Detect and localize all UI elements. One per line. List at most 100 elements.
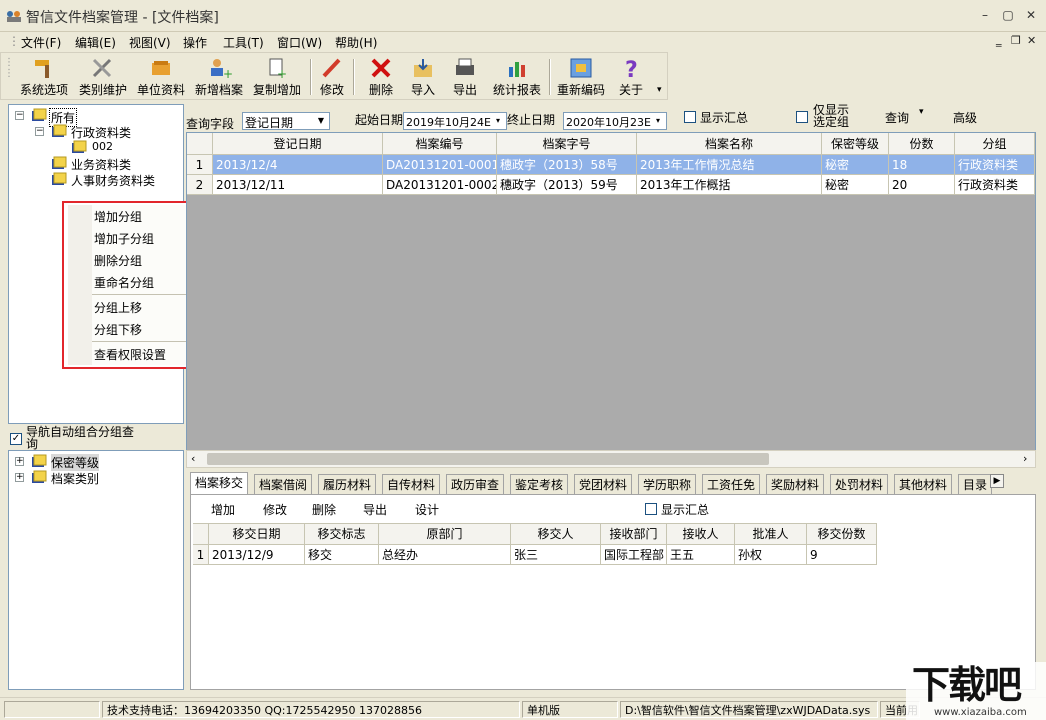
add-button[interactable]: 增加 xyxy=(211,501,235,518)
table-cell[interactable]: 总经办 xyxy=(379,545,511,565)
table-cell[interactable]: 2013/12/9 xyxy=(209,545,305,565)
grid-header[interactable]: 档案名称 xyxy=(637,133,822,155)
query-field-select[interactable]: 登记日期 ▼ xyxy=(242,112,330,130)
tab-scroll-right-icon[interactable]: ▶ xyxy=(990,474,1004,488)
table-cell[interactable]: 王五 xyxy=(667,545,735,565)
show-total-checkbox[interactable] xyxy=(684,111,696,123)
table-cell[interactable]: 穗政字（2013）59号 xyxy=(497,175,637,195)
menu-permission-settings[interactable]: 查看权限设置 xyxy=(94,346,166,363)
start-date-picker[interactable]: 2019年10月24E ▾ xyxy=(403,112,507,130)
row-number[interactable]: 1 xyxy=(193,545,209,565)
grid-header[interactable]: 份数 xyxy=(889,133,955,155)
row-number[interactable]: 1 xyxy=(187,155,213,175)
tab-autobiography[interactable]: 自传材料 xyxy=(382,474,440,494)
tab-political-review[interactable]: 政历审查 xyxy=(446,474,504,494)
sub-grid-header[interactable]: 接收部门 xyxy=(601,523,667,545)
grid-header[interactable]: 分组 xyxy=(955,133,1035,155)
table-cell[interactable]: 2013/12/11 xyxy=(213,175,383,195)
menu-move-up[interactable]: 分组上移 xyxy=(94,299,142,316)
tree-node-hr-finance[interactable]: 人事财务资料类 xyxy=(71,172,155,189)
tree-node-002[interactable]: 002 xyxy=(92,140,113,153)
sub-grid-header[interactable]: 移交标志 xyxy=(305,523,379,545)
end-date-picker[interactable]: 2020年10月23E ▾ xyxy=(563,112,667,130)
tree-node-business[interactable]: 业务资料类 xyxy=(71,156,131,173)
sub-grid-header[interactable]: 接收人 xyxy=(667,523,735,545)
tree-node-category[interactable]: 档案类别 xyxy=(51,470,99,487)
tab-penalty[interactable]: 处罚材料 xyxy=(830,474,888,494)
minimize-button[interactable]: – xyxy=(978,8,992,22)
menu-help[interactable]: 帮助(H) xyxy=(335,34,377,51)
delete-record-button[interactable]: 删除 xyxy=(312,501,336,518)
only-selected-checkbox[interactable] xyxy=(796,111,808,123)
table-cell[interactable]: 穗政字（2013）58号 xyxy=(497,155,637,175)
menu-operate[interactable]: 操作 xyxy=(183,34,207,51)
table-cell[interactable]: 2013年工作情况总结 xyxy=(637,155,822,175)
sub-grid-header[interactable]: 移交份数 xyxy=(807,523,877,545)
tab-reward[interactable]: 奖励材料 xyxy=(766,474,824,494)
query-dropdown-icon[interactable]: ▾ xyxy=(919,107,924,117)
maximize-button[interactable]: ▢ xyxy=(1001,8,1015,22)
grid-header[interactable]: 登记日期 xyxy=(213,133,383,155)
table-cell[interactable]: 移交 xyxy=(305,545,379,565)
table-cell[interactable]: 国际工程部 xyxy=(601,545,667,565)
tab-catalog[interactable]: 目录 xyxy=(958,474,992,494)
menu-add-subgroup[interactable]: 增加子分组 xyxy=(94,230,154,247)
tab-party[interactable]: 党团材料 xyxy=(574,474,632,494)
expand-icon[interactable]: + xyxy=(15,473,24,482)
tab-salary[interactable]: 工资任免 xyxy=(702,474,760,494)
scrollbar-thumb[interactable] xyxy=(207,453,769,465)
table-cell[interactable]: 秘密 xyxy=(822,155,889,175)
table-cell[interactable]: 2013年工作概括 xyxy=(637,175,822,195)
export-record-button[interactable]: 导出 xyxy=(363,501,387,518)
statistics-report-button[interactable]: 统计报表 xyxy=(491,55,543,99)
sub-grid-header[interactable]: 移交日期 xyxy=(209,523,305,545)
unit-info-button[interactable]: 单位资料 xyxy=(133,55,189,99)
table-cell[interactable]: 张三 xyxy=(511,545,601,565)
system-options-button[interactable]: 系统选项 xyxy=(15,55,73,99)
sub-grid-header[interactable]: 移交人 xyxy=(511,523,601,545)
mdi-close-button[interactable]: ✕ xyxy=(1027,34,1036,47)
copy-add-button[interactable]: + 复制增加 xyxy=(249,55,305,99)
edit-record-button[interactable]: 修改 xyxy=(263,501,287,518)
query-button[interactable]: 查询 xyxy=(885,109,909,126)
category-maintenance-button[interactable]: 类别维护 xyxy=(75,55,131,99)
table-cell[interactable]: 20 xyxy=(889,175,955,195)
sub-grid-header[interactable]: 原部门 xyxy=(379,523,511,545)
table-cell[interactable]: 行政资料类 xyxy=(955,155,1035,175)
table-cell[interactable]: 行政资料类 xyxy=(955,175,1035,195)
sub-show-total-checkbox[interactable] xyxy=(645,503,657,515)
menu-move-down[interactable]: 分组下移 xyxy=(94,321,142,338)
collapse-icon[interactable]: − xyxy=(15,111,24,120)
grid-header[interactable]: 档案字号 xyxy=(497,133,637,155)
sub-grid-header[interactable]: 批准人 xyxy=(735,523,807,545)
table-cell[interactable]: 秘密 xyxy=(822,175,889,195)
tab-transfer[interactable]: 档案移交 xyxy=(190,472,248,494)
collapse-icon[interactable]: − xyxy=(35,127,44,136)
tab-resume[interactable]: 履历材料 xyxy=(318,474,376,494)
re-encode-button[interactable]: 重新编码 xyxy=(555,55,607,99)
export-button[interactable]: 导出 xyxy=(447,55,483,99)
menu-tools[interactable]: 工具(T) xyxy=(223,34,264,51)
table-cell[interactable]: 18 xyxy=(889,155,955,175)
delete-button[interactable]: 删除 xyxy=(365,55,397,99)
expand-icon[interactable]: + xyxy=(15,457,24,466)
tab-other[interactable]: 其他材料 xyxy=(894,474,952,494)
menu-file[interactable]: 文件(F) xyxy=(21,34,61,51)
mdi-minimize-button[interactable]: ‗ xyxy=(996,34,1002,47)
menu-rename-group[interactable]: 重命名分组 xyxy=(94,274,154,291)
menu-delete-group[interactable]: 删除分组 xyxy=(94,252,142,269)
menu-window[interactable]: 窗口(W) xyxy=(277,34,322,51)
menu-edit[interactable]: 编辑(E) xyxy=(75,34,116,51)
mdi-restore-button[interactable]: ❐ xyxy=(1011,34,1021,47)
advanced-button[interactable]: 高级 xyxy=(953,109,977,126)
table-cell[interactable]: 2013/12/4 xyxy=(213,155,383,175)
grid-header[interactable]: 保密等级 xyxy=(822,133,889,155)
close-button[interactable]: ✕ xyxy=(1024,8,1038,22)
about-button[interactable]: ? 关于 xyxy=(613,55,649,99)
scroll-right-icon[interactable]: › xyxy=(1023,452,1027,465)
nav-group-checkbox[interactable]: ✓ xyxy=(10,433,22,445)
menu-view[interactable]: 视图(V) xyxy=(129,34,171,51)
import-button[interactable]: 导入 xyxy=(405,55,441,99)
table-cell[interactable]: DA20131201-0002 xyxy=(383,175,497,195)
design-button[interactable]: 设计 xyxy=(415,501,439,518)
